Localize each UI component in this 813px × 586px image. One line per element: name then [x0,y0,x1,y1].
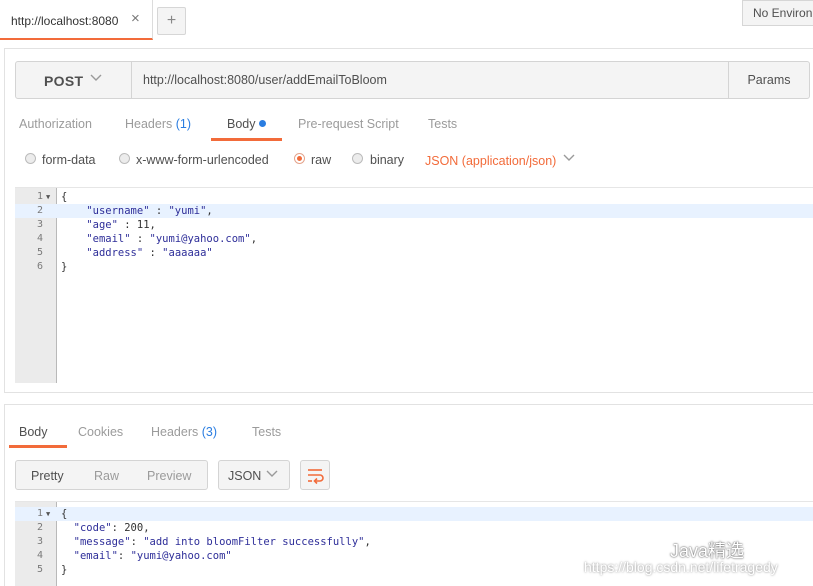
code-line: 1 ▼ { [15,507,813,521]
request-panel: POST Params Authorization Headers (1) Bo… [4,48,813,393]
chevron-down-icon[interactable] [266,467,278,482]
request-tab[interactable]: http://localhost:8080 × [0,0,153,40]
modified-dot-icon [258,120,266,127]
url-input[interactable] [132,62,728,98]
wrap-lines-button[interactable] [300,460,330,490]
tab-tests[interactable]: Tests [428,117,457,131]
urlencoded-radio[interactable] [119,153,130,164]
pretty-button[interactable]: Pretty [31,469,64,483]
tab-strip: http://localhost:8080 × + No Environment [0,0,813,41]
active-tab-indicator [9,445,67,448]
line-number: 1 [36,191,43,202]
line-number: 6 [36,261,43,272]
request-body-editor[interactable]: 1 ▼{2 "username" : "yumi", 3 "age" : 11, 4 … [15,187,813,383]
code-line: 1 ▼ { [15,190,813,204]
response-format-label[interactable]: JSON [228,469,261,483]
code-text: { [61,191,68,203]
params-button[interactable]: Params [728,62,809,98]
urlencoded-label[interactable]: x-www-form-urlencoded [136,153,269,167]
preview-button[interactable]: Preview [147,469,191,483]
code-text: "age" : 11, [86,219,156,231]
code-line: 4 "email" : "yumi@yahoo.com", [15,232,813,246]
response-tab-headers[interactable]: Headers (3) [151,425,217,439]
binary-label[interactable]: binary [370,153,404,167]
code-line: 2 "code": 200, [15,521,813,535]
chevron-down-icon[interactable] [563,151,575,166]
response-view-toggle: Pretty Raw Preview [15,460,208,490]
url-bar: POST Params [15,61,810,99]
request-tab-title[interactable]: http://localhost:8080 [11,14,123,28]
code-text: "code": 200, [73,522,150,534]
code-line: 3 "age" : 11, [15,218,813,232]
environment-select[interactable]: No Environment [742,0,813,26]
request-tabs: Authorization Headers (1) Body Pre-reque… [5,107,813,143]
tab-headers[interactable]: Headers (1) [125,117,191,131]
code-line: 2 "username" : "yumi", [15,204,813,218]
headers-count-badge: (1) [175,117,192,131]
response-tabs: Body Cookies Headers (3) Tests [5,405,813,445]
line-number: 3 [36,219,43,230]
response-tab-cookies[interactable]: Cookies [78,425,123,439]
code-text: "username" : "yumi", [86,205,213,217]
raw-button[interactable]: Raw [94,469,119,483]
tab-body-label: Body [227,117,256,131]
method-label[interactable]: POST [44,73,83,89]
line-number: 4 [36,233,43,244]
code-text: } [61,564,68,576]
code-text: "email" : "yumi@yahoo.com", [86,233,258,245]
line-number: 4 [36,550,43,561]
code-text: "address" : "aaaaaa" [86,247,213,259]
raw-label[interactable]: raw [311,153,331,167]
tab-body[interactable]: Body [227,117,266,131]
watermark-url: https://blog.csdn.net/lifetragedy [584,559,778,575]
response-tab-tests[interactable]: Tests [252,425,281,439]
content-type-select[interactable]: JSON (application/json) [425,154,556,168]
wrap-lines-icon [308,469,324,485]
tab-authorization[interactable]: Authorization [19,117,92,131]
tab-headers-label: Headers [125,117,173,131]
binary-radio[interactable] [352,153,363,164]
line-number: 5 [36,247,43,258]
code-line: 6} [15,260,813,274]
line-number: 3 [36,536,43,547]
close-tab-icon[interactable]: × [131,10,140,27]
response-tab-body[interactable]: Body [19,425,48,439]
line-number: 5 [36,564,43,575]
code-text: "message": "add into bloomFilter success… [73,536,371,548]
code-text: } [61,261,68,273]
fold-arrow-icon[interactable]: ▼ [46,190,50,204]
add-tab-button[interactable]: + [157,7,186,35]
line-number: 2 [36,522,43,533]
active-tab-indicator [211,138,282,141]
body-type-selector: form-data x-www-form-urlencoded raw bina… [5,149,813,177]
response-headers-label: Headers [151,425,199,439]
response-format-select[interactable]: JSON [218,460,290,490]
raw-radio[interactable] [294,153,305,164]
line-number: 2 [36,205,43,216]
form-data-label[interactable]: form-data [42,153,96,167]
form-data-radio[interactable] [25,153,36,164]
response-headers-count-badge: (3) [201,425,218,439]
line-number: 1 [36,508,43,519]
chevron-down-icon[interactable] [90,71,102,86]
code-text: { [61,508,68,520]
method-select[interactable]: POST [16,62,132,98]
fold-arrow-icon[interactable]: ▼ [46,507,50,521]
code-line: 5 "address" : "aaaaaa" [15,246,813,260]
tab-prerequest-script[interactable]: Pre-request Script [298,117,399,131]
code-text: "email": "yumi@yahoo.com" [73,550,232,562]
